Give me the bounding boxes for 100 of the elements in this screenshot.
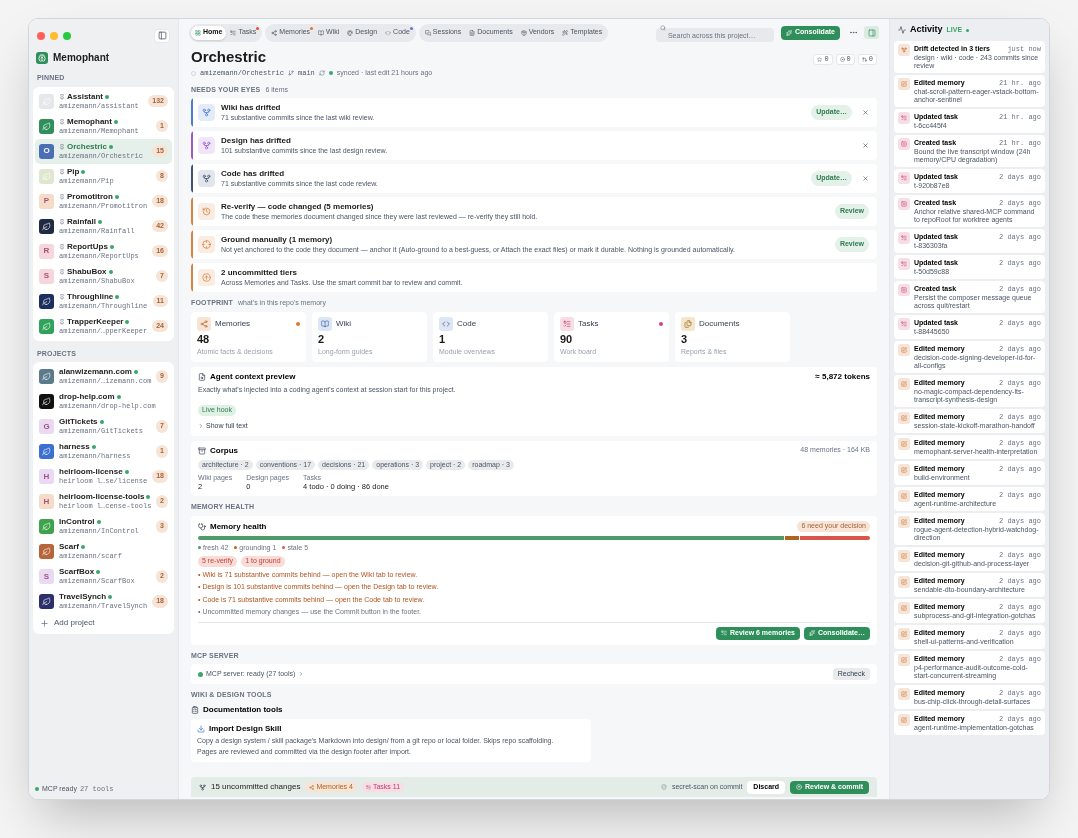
card-title: Code [457, 317, 478, 330]
search-icon [659, 24, 666, 31]
import-card[interactable] [191, 718, 591, 762]
stat-value: 90 [560, 332, 574, 346]
project-name: Rainfall [67, 216, 96, 227]
pin-icon [59, 118, 65, 125]
card-title: Wiki [336, 317, 353, 330]
pin-icon [59, 93, 65, 100]
more-icon[interactable] [849, 28, 858, 37]
project-title: Orchestric [191, 48, 268, 66]
sparkle-icon [785, 29, 792, 36]
pin-icon [59, 293, 65, 300]
sidebar-toggle-button[interactable] [154, 28, 170, 43]
fork-icon [199, 783, 206, 791]
project-name: ShabuBox [67, 266, 107, 277]
stethoscope-icon [198, 522, 206, 531]
chevron-icon [198, 423, 204, 430]
card-title: Re-verify — code changed (5 memories) [221, 202, 375, 212]
panel-title: Activity [910, 23, 943, 37]
sparkle-icon [808, 630, 815, 636]
book-icon [318, 29, 325, 36]
project-avatar: S [39, 268, 54, 284]
card-title: 2 uncommitted tiers [221, 268, 298, 278]
close-icon[interactable] [862, 142, 869, 149]
document-search-icon [198, 372, 206, 381]
card-title: Wiki has drifted [221, 103, 282, 113]
stat-value: 48 [197, 332, 211, 346]
checklist-icon [720, 630, 727, 636]
project-name: Scarf [59, 542, 79, 552]
pin-icon [59, 268, 65, 275]
project-avatar: O [39, 143, 54, 159]
nodes-icon [309, 784, 315, 790]
add-project-label: Add project [54, 617, 95, 629]
token-count: ≈ 5,872 tokens [815, 370, 870, 383]
plus-icon [40, 618, 49, 628]
project-avatar: G [39, 419, 54, 434]
upload-icon [202, 273, 211, 282]
star-icon [817, 57, 823, 62]
project-name: drop-help.com [59, 392, 115, 402]
project-avatar: S [39, 569, 54, 584]
pulse-icon [898, 26, 906, 34]
close-icon[interactable] [862, 109, 869, 116]
project-name: heirloom-license-tools [59, 492, 145, 502]
issue-icon [839, 57, 845, 62]
stat-value: 3 [681, 332, 689, 346]
activity-panel-toggle[interactable] [864, 26, 879, 39]
shield-icon [660, 784, 667, 790]
history-icon [202, 207, 211, 216]
project-name: alanwizemann.com [59, 367, 132, 377]
nodes-icon [271, 29, 278, 36]
project-name: Pip [67, 166, 80, 177]
project-name: TravelSynch [59, 592, 107, 602]
card-title: Tasks [578, 317, 600, 330]
project-name: TrapperKeeper [67, 316, 124, 327]
package-icon [520, 29, 527, 36]
checklist-icon [230, 29, 237, 36]
project-name: ScarfBox [59, 567, 95, 577]
wand-icon [562, 29, 569, 36]
document-icon [469, 29, 476, 36]
archive-icon [198, 446, 206, 455]
code-icon [385, 29, 392, 36]
card-title: Design has drifted [221, 136, 292, 146]
checklist-icon [365, 784, 371, 790]
project-name: Assistant [67, 91, 103, 102]
card-title: Ground manually (1 memory) [221, 235, 334, 245]
clipboard-icon [191, 705, 199, 714]
project-name: Throughline [67, 291, 114, 302]
stat-value: 1 [439, 332, 447, 346]
fork-icon [202, 174, 211, 183]
card-title: Corpus [210, 444, 239, 457]
project-avatar: P [39, 193, 54, 209]
logo-icon [36, 51, 48, 64]
upload-icon [796, 784, 803, 790]
project-name: harness [59, 442, 90, 452]
sync-icon [318, 70, 325, 77]
pin-icon [59, 168, 65, 175]
branch-icon [288, 70, 294, 77]
card-title: Import Design Skill [209, 722, 282, 735]
project-name: Memophant [67, 116, 112, 127]
project-avatar: H [39, 469, 54, 484]
app-title: Memophant [53, 51, 110, 65]
close-icon[interactable] [862, 175, 869, 182]
fork-icon [202, 141, 211, 150]
add-project-button[interactable]: Add project [35, 614, 172, 632]
card-title: Agent context preview [210, 370, 297, 383]
project-name: ReportUps [67, 241, 108, 252]
project-avatar: R [39, 243, 54, 259]
card-title: Documents [699, 317, 741, 330]
card-title: Memories [215, 317, 252, 330]
project-name: Orchestric [67, 141, 108, 152]
close-window-button[interactable] [37, 31, 45, 40]
pin-icon [59, 193, 65, 200]
zoom-window-button[interactable] [63, 31, 71, 40]
grid-icon [195, 29, 201, 36]
pull-request-icon [861, 57, 867, 62]
project-name: GitTickets [59, 417, 98, 427]
pin-icon [59, 318, 65, 325]
tools-heading: Documentation tools [203, 703, 283, 716]
project-avatar: H [39, 494, 54, 509]
stat-value: 2 [318, 332, 326, 346]
